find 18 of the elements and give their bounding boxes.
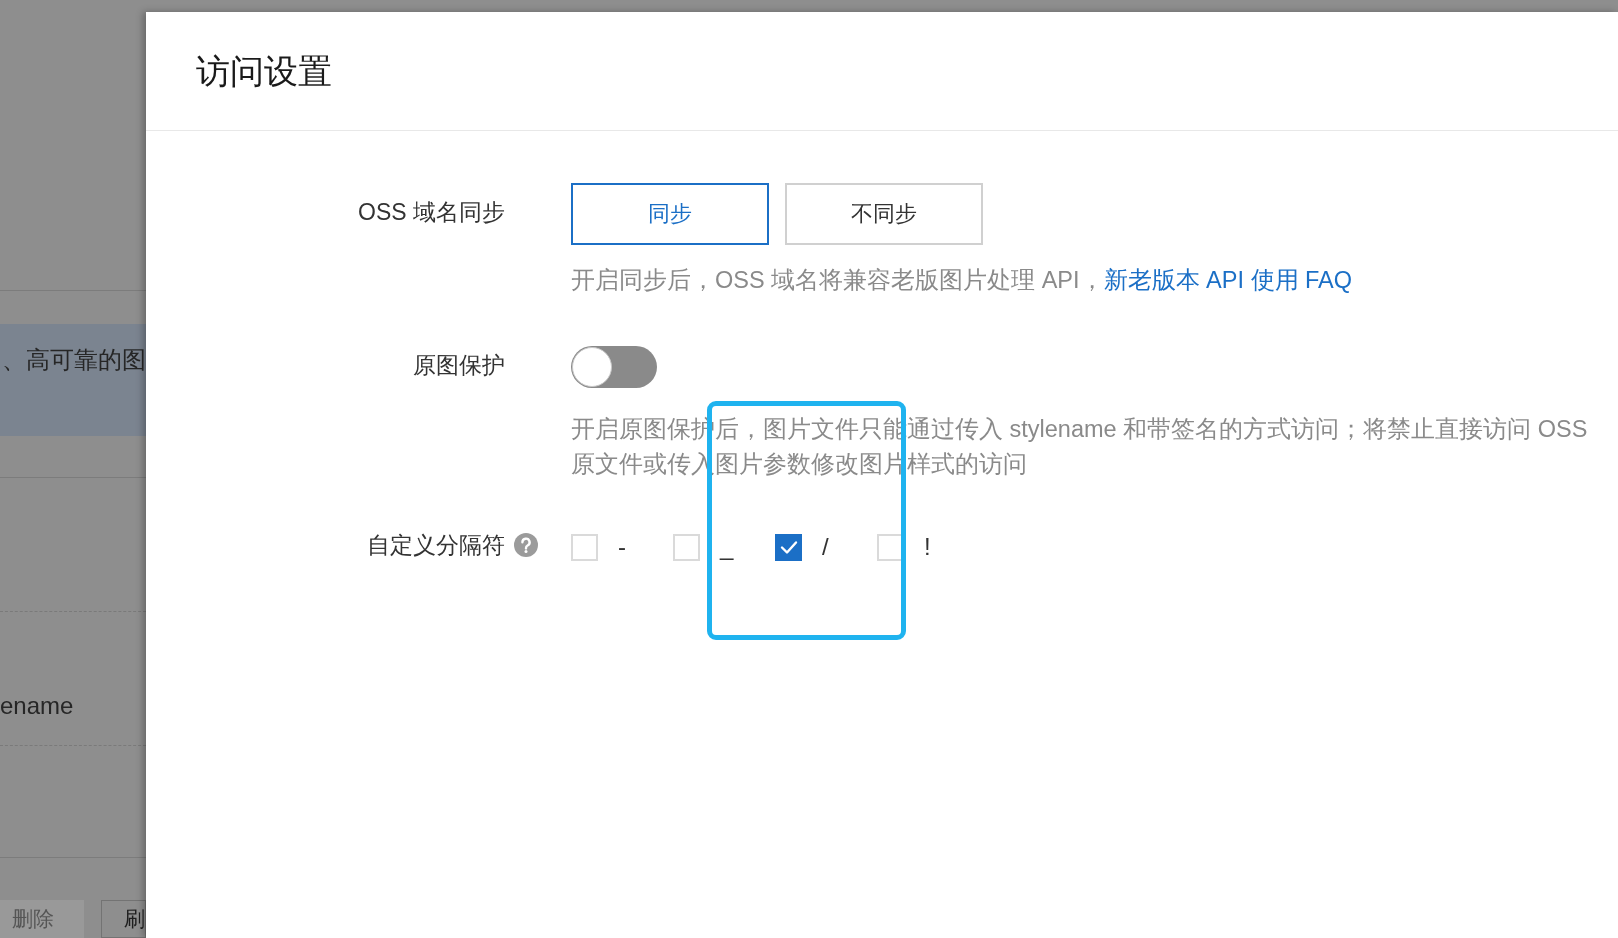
faq-link[interactable]: 新老版本 API 使用 FAQ bbox=[1103, 267, 1353, 293]
separator-label: - bbox=[618, 532, 626, 562]
field-description: 开启同步后，OSS 域名将兼容老版图片处理 API，新老版本 API 使用 FAQ bbox=[571, 266, 1353, 295]
drawer-title: 访问设置 bbox=[196, 51, 332, 92]
field-label: OSS 域名同步 bbox=[358, 197, 505, 227]
checkbox[interactable] bbox=[775, 533, 802, 561]
field-label: 原图保护 bbox=[413, 350, 505, 380]
row-text: 、高可靠的图 bbox=[2, 345, 146, 375]
sync-option-button[interactable]: 不同步 bbox=[785, 183, 983, 245]
separator-label: ! bbox=[924, 532, 931, 562]
sync-option-button[interactable]: 同步 bbox=[571, 183, 769, 245]
row-text: ename bbox=[0, 691, 74, 721]
separator-label: _ bbox=[720, 532, 734, 562]
check-icon bbox=[779, 538, 798, 556]
field-label: 自定义分隔符 bbox=[367, 530, 505, 560]
toggle-switch[interactable] bbox=[571, 346, 657, 388]
separator-label: / bbox=[822, 532, 829, 562]
action-button[interactable]: 刷 bbox=[101, 900, 146, 938]
